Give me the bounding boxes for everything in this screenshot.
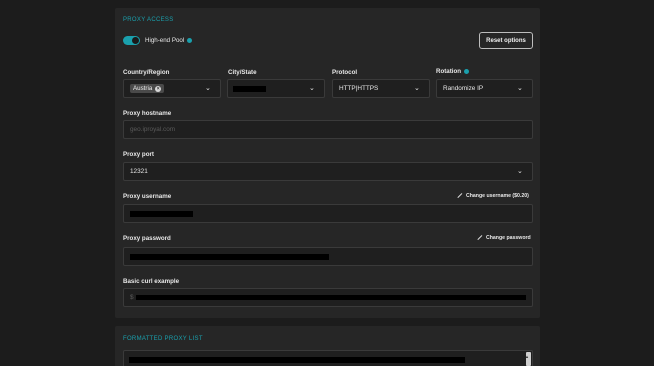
chevron-down-icon: ⌄ [517,168,523,175]
section-title-formatted-proxy-list: FORMATTED PROXY LIST [123,336,203,342]
protocol-value: HTTP|HTTPS [339,85,379,92]
hostname-input[interactable]: geo.iproyal.com [123,120,533,139]
username-label: Proxy username [123,193,172,200]
curl-label: Basic curl example [123,278,180,285]
change-username-text: Change username ($0.20) [466,193,529,199]
country-chip: Austria × [130,84,165,93]
chevron-down-icon: ⌄ [517,85,523,92]
username-field[interactable] [123,204,533,223]
high-end-pool-label: High-end Pool [145,37,193,44]
port-value: 12321 [130,168,148,175]
section-title-proxy-access: PROXY ACCESS [123,17,174,23]
chevron-down-icon: ⌄ [205,85,211,92]
chevron-down-icon: ⌄ [309,85,315,92]
hostname-label: Proxy hostname [123,110,172,117]
country-chip-label: Austria [133,85,153,92]
change-password-text: Change password [486,235,531,241]
port-label: Proxy port [123,151,154,158]
port-select[interactable]: 12321 ⌄ [123,162,533,181]
curl-prompt: $ [130,294,134,301]
pencil-icon [477,235,483,241]
chevron-down-icon: ⌄ [414,85,420,92]
city-state-label: City/State [228,69,257,76]
redacted-city [233,86,266,92]
rotation-select[interactable]: Randomize IP ⌄ [436,79,533,98]
hostname-placeholder: geo.iproyal.com [130,126,176,133]
remove-chip-icon[interactable]: × [155,85,162,92]
rotation-info-icon[interactable] [464,68,470,74]
country-select[interactable]: Austria × ⌄ [123,79,221,98]
password-label: Proxy password [123,235,171,242]
pool-label-text: High-end Pool [145,37,185,44]
password-field[interactable] [123,247,533,266]
scroll-up-icon[interactable]: ▲ [525,354,529,359]
reset-options-button[interactable]: Reset options [479,32,533,49]
proxy-list-textarea[interactable]: ▲ [123,350,533,366]
redacted-curl-command [136,295,526,300]
rotation-value: Randomize IP [443,85,484,92]
change-password-link[interactable]: Change password [477,235,531,241]
country-region-label: Country/Region [123,69,170,76]
toggle-knob [132,37,139,44]
change-username-link[interactable]: Change username ($0.20) [457,193,529,199]
protocol-select[interactable]: HTTP|HTTPS ⌄ [332,79,430,98]
scrollbar[interactable]: ▲ [525,352,531,366]
redacted-username [130,211,193,217]
redacted-proxy-list [129,357,465,363]
high-end-pool-toggle[interactable] [123,36,140,45]
redacted-password [130,254,329,260]
protocol-label: Protocol [332,69,358,76]
curl-example-field[interactable]: $ [123,288,533,307]
info-icon[interactable] [187,37,193,43]
pencil-icon [457,193,463,199]
city-select[interactable]: ⌄ [227,79,325,98]
rotation-label-text: Rotation [436,68,462,75]
rotation-label: Rotation [436,68,470,75]
